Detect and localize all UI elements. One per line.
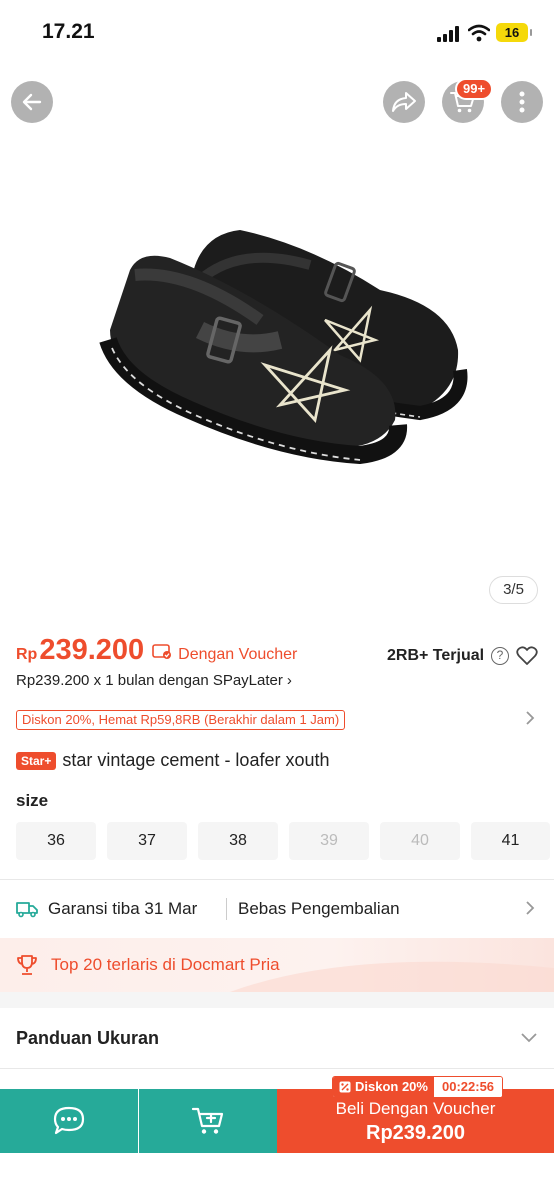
flash-discount-tag: Diskon 20% 00:22:56: [332, 1076, 504, 1098]
status-time: 17.21: [42, 20, 95, 43]
chat-icon: [53, 1106, 85, 1135]
size-guide-row[interactable]: Panduan Ukuran: [0, 1008, 554, 1068]
bestseller-text: Top 20 terlaris di Docmart Pria: [51, 955, 280, 974]
size-option-40: 40: [380, 822, 460, 860]
free-returns: Bebas Pengembalian: [238, 899, 400, 918]
share-button[interactable]: [383, 81, 425, 123]
product-title: star vintage cement - loafer xouth: [62, 750, 330, 770]
status-bar: 17.21 16: [0, 0, 554, 64]
divider: [0, 1068, 554, 1069]
discount-icon: [339, 1081, 351, 1093]
cart-count-badge: 99+: [455, 78, 494, 100]
spaylater-text: Rp239.200 x 1 bulan dengan SPayLater: [16, 672, 283, 689]
flash-discount-text: Diskon 20%: [355, 1079, 428, 1094]
wifi-icon: [468, 24, 490, 42]
image-counter: 3/5: [489, 576, 538, 604]
back-button[interactable]: [11, 81, 53, 123]
shipping-row[interactable]: Garansi tiba 31 Mar Bebas Pengembalian: [0, 880, 554, 938]
flash-discount-label: Diskon 20%: [333, 1077, 434, 1097]
product-title-row: Star+ star vintage cement - loafer xouth: [16, 750, 330, 771]
size-option-37[interactable]: 37: [107, 822, 187, 860]
voucher-icon: [152, 644, 172, 659]
size-option-36[interactable]: 36: [16, 822, 96, 860]
more-icon: [519, 91, 525, 113]
separator: [226, 898, 227, 920]
add-to-cart-icon: [191, 1107, 224, 1134]
share-icon: [392, 92, 416, 112]
help-icon[interactable]: ?: [491, 647, 509, 665]
truck-icon: [16, 902, 38, 918]
size-guide-label: Panduan Ukuran: [16, 1028, 160, 1048]
price-row: Rp 239.200 Dengan Voucher: [16, 634, 297, 667]
size-label: size: [16, 791, 49, 810]
heart-icon[interactable]: [516, 646, 538, 666]
bestseller-banner[interactable]: Top 20 terlaris di Docmart Pria: [0, 938, 554, 992]
chevron-right-icon[interactable]: [525, 710, 535, 726]
size-option-38[interactable]: 38: [198, 822, 278, 860]
voucher-label: Dengan Voucher: [178, 646, 298, 663]
size-option-41[interactable]: 41: [471, 822, 550, 860]
buy-price: Rp239.200: [366, 1122, 465, 1144]
chevron-right-icon: [526, 901, 535, 915]
more-options-button[interactable]: [501, 81, 543, 123]
discount-tag[interactable]: Diskon 20%, Hemat Rp59,8RB (Berakhir dal…: [16, 710, 346, 730]
size-option-39: 39: [289, 822, 369, 860]
signal-icon: [437, 26, 459, 42]
flash-timer: 00:22:56: [433, 1077, 503, 1097]
delivery-guarantee: Garansi tiba 31 Mar: [48, 899, 198, 918]
price-currency: Rp: [16, 646, 38, 663]
back-arrow-icon: [22, 93, 42, 111]
battery-indicator: 16: [496, 23, 532, 42]
buy-with-voucher-button[interactable]: Beli Dengan Voucher Rp239.200: [277, 1089, 554, 1153]
chat-button[interactable]: [0, 1089, 138, 1153]
section-gap: [0, 992, 554, 1008]
bottom-action-bar: Beli Dengan Voucher Rp239.200: [0, 1089, 554, 1153]
chevron-down-icon: [521, 1033, 537, 1043]
spaylater-info[interactable]: Rp239.200 x 1 bulan dengan SPayLater ›: [16, 672, 292, 689]
product-image[interactable]: [80, 180, 480, 500]
add-to-cart-button[interactable]: [139, 1089, 277, 1153]
chevron-right-icon: ›: [286, 672, 292, 689]
sold-count: 2RB+ Terjual: [387, 647, 485, 664]
buy-label: Beli Dengan Voucher: [335, 1099, 496, 1118]
price-value: 239.200: [39, 634, 145, 666]
trophy-icon: [17, 955, 37, 975]
star-plus-badge: Star+: [16, 751, 57, 770]
